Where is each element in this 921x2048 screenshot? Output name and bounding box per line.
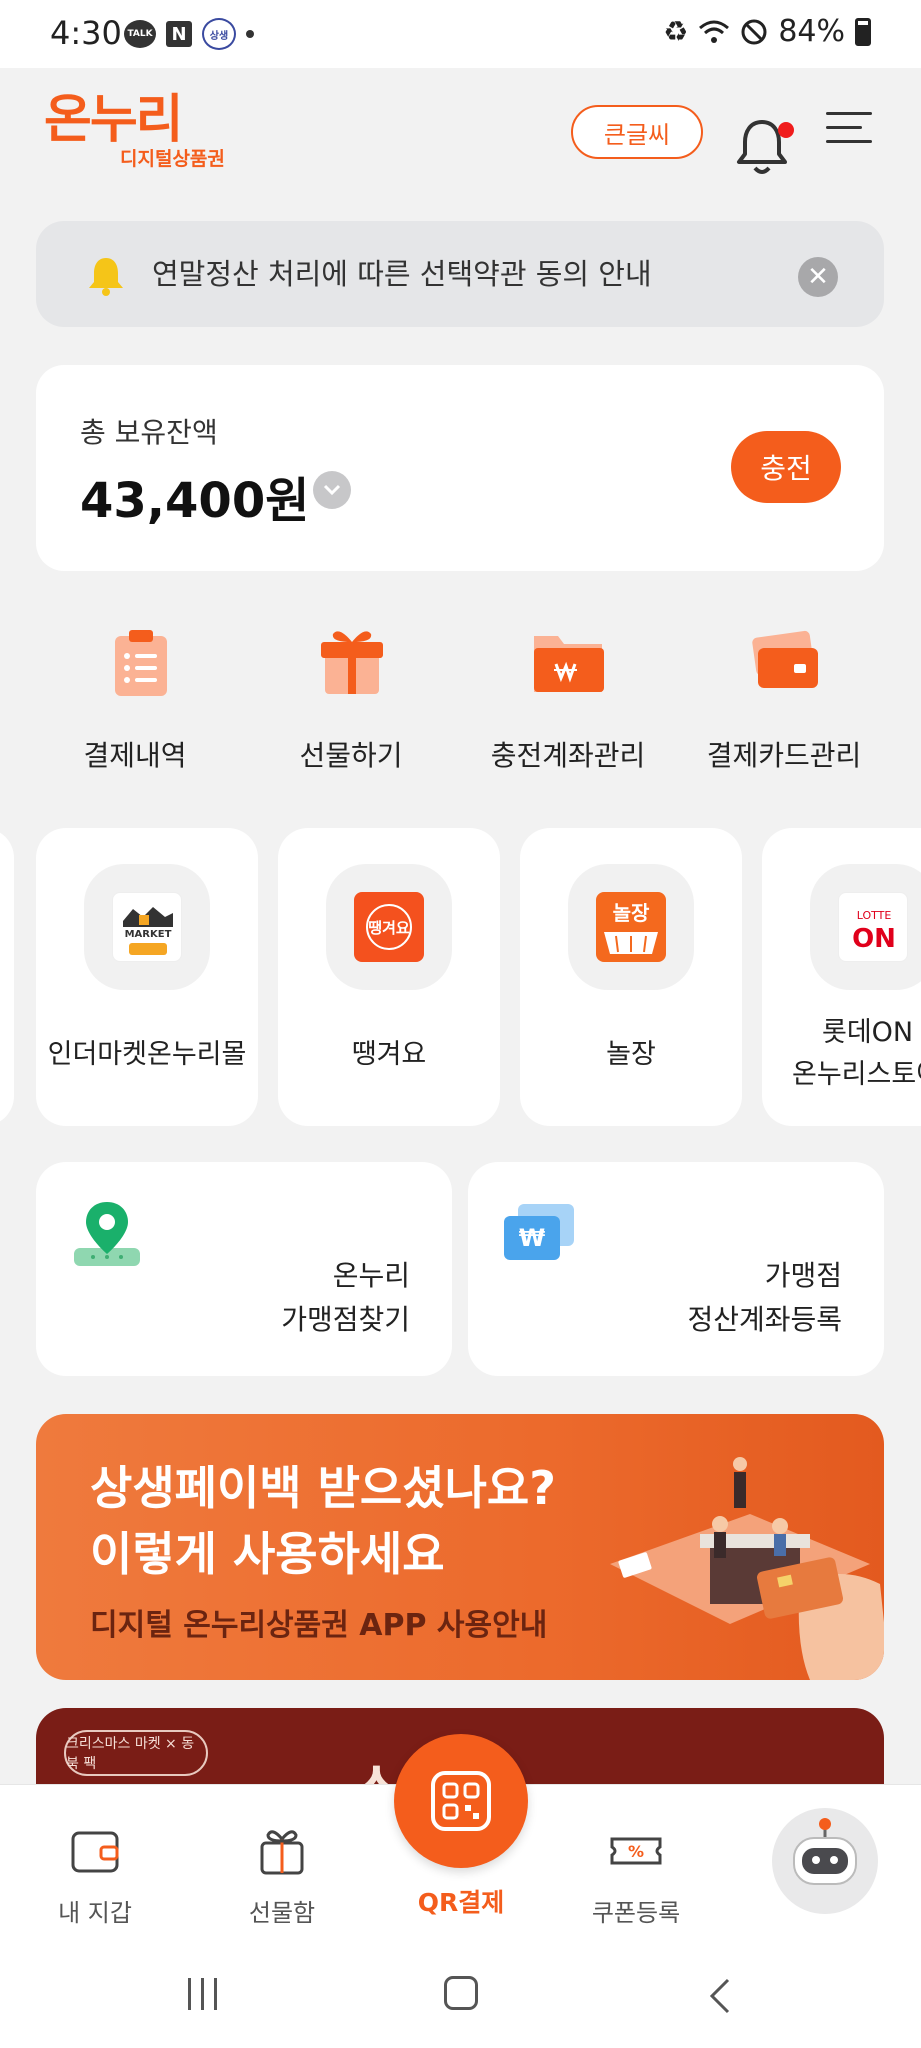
quick-item-label: 선물하기 xyxy=(299,739,403,772)
merchant-account-label: 가맹점 정산계좌등록 xyxy=(687,1259,842,1336)
quick-item-label: 충전계좌관리 xyxy=(490,739,646,772)
logo-sub-text: 디지털상품권 xyxy=(120,148,225,170)
nav-wallet-label: 내 지갑 xyxy=(58,1899,132,1927)
more-notifications-dot xyxy=(246,30,254,38)
logo-main-text: 온누리 xyxy=(44,90,184,150)
recycle-icon: ♻ xyxy=(663,15,689,48)
noljang-logo: 놀장 xyxy=(596,892,666,962)
giftbox-icon xyxy=(260,1830,304,1875)
wifi-icon xyxy=(699,20,730,43)
partner-label: 땡겨요 xyxy=(351,1039,427,1070)
nav-giftbox[interactable]: 선물함 xyxy=(222,1823,342,1928)
balance-amount: 43,400원 xyxy=(80,473,310,529)
partner-card-inthemarket[interactable]: MARKET 인더마켓온누리몰 xyxy=(36,828,258,1126)
partner-card-ddangyo[interactable]: 땡겨요 땡겨요 xyxy=(278,828,500,1126)
qr-pay-button[interactable] xyxy=(394,1734,528,1868)
balance-label: 총 보유잔액 xyxy=(80,416,218,449)
wallet-icon xyxy=(71,1831,119,1873)
banner2-badge: 크리스마스 마켓 × 동북 팩 xyxy=(64,1730,208,1776)
notice-close-button[interactable]: ✕ xyxy=(798,257,838,297)
store-finder-row: 온누리 가맹점찾기 ₩ 가맹점 정산계좌등록 xyxy=(0,1162,921,1378)
chatbot-button[interactable] xyxy=(772,1808,878,1914)
back-button[interactable] xyxy=(706,1976,732,2020)
merchant-account-register-card[interactable]: ₩ 가맹점 정산계좌등록 xyxy=(468,1162,884,1376)
quick-item-charge-account[interactable]: 충전계좌관리 xyxy=(468,620,668,774)
system-navigation-bar xyxy=(0,1940,921,2048)
gift-icon xyxy=(321,631,383,694)
card-icon xyxy=(752,630,818,688)
receipt-icon xyxy=(115,630,167,696)
system-status-icons: ♻ 84% xyxy=(663,14,871,49)
payback-guide-banner[interactable]: 상생페이백 받으셨나요? 이렇게 사용하세요 디지털 온누리상품권 APP 사용… xyxy=(36,1414,884,1680)
quick-menu: 결제내역 선물하기 충전계좌관리 결제카드관리 xyxy=(0,620,921,780)
nav-coupon[interactable]: % 쿠폰등록 xyxy=(576,1823,696,1928)
partner-carousel[interactable]: MARKET 인더마켓온누리몰 땡겨요 땡겨요 놀장 놀장 LOTTE ON 롯… xyxy=(0,828,921,1128)
nav-qr-label: QR결제 xyxy=(417,1888,505,1917)
banner-subtext: 디지털 온누리상품권 APP 사용안내 xyxy=(90,1608,548,1643)
big-text-button[interactable]: 큰글씨 xyxy=(571,105,703,159)
coupon-icon: % xyxy=(610,1837,662,1865)
hamburger-menu-button[interactable] xyxy=(826,112,872,152)
quick-item-payment-history[interactable]: 결제내역 xyxy=(35,620,235,774)
status-time: 4:30 xyxy=(50,14,122,52)
home-button[interactable] xyxy=(444,1976,478,2010)
kakaotalk-icon: TALK xyxy=(124,20,156,48)
status-bar: 4:30 TALK N 상생 ♻ 84% xyxy=(0,0,921,68)
nav-giftbox-label: 선물함 xyxy=(248,1899,316,1927)
quick-item-label: 결제카드관리 xyxy=(706,739,862,772)
find-merchant-label: 온누리 가맹점찾기 xyxy=(281,1259,410,1336)
naver-icon: N xyxy=(166,21,192,47)
back-chevron-icon xyxy=(709,1978,730,2014)
quick-item-label: 결제내역 xyxy=(83,739,187,772)
banner-illustration xyxy=(610,1457,884,1680)
battery-icon xyxy=(855,17,871,46)
chevron-down-icon[interactable] xyxy=(313,471,351,509)
partner-label: 롯데ON 온누리스토어 xyxy=(792,1017,921,1090)
svg-text:땡겨요: 땡겨요 xyxy=(368,919,410,937)
notification-icons: TALK N 상생 xyxy=(124,18,254,50)
balance-card: 총 보유잔액 43,400원 충전 xyxy=(36,365,884,571)
svg-text:MARKET: MARKET xyxy=(125,929,172,940)
nav-coupon-label: 쿠폰등록 xyxy=(591,1899,681,1927)
nav-wallet[interactable]: 내 지갑 xyxy=(35,1823,155,1928)
map-pin-icon xyxy=(74,1202,140,1266)
partner-label: 인더마켓온누리몰 xyxy=(47,1039,247,1070)
qr-code-icon xyxy=(431,1771,491,1831)
ddangyo-logo: 땡겨요 xyxy=(354,892,424,962)
folder-won-icon xyxy=(534,636,604,692)
charge-button[interactable]: 충전 xyxy=(731,431,841,503)
banner-headline-1: 상생페이백 받으셨나요? xyxy=(90,1461,556,1515)
notice-banner[interactable]: 연말정산 처리에 따른 선택약관 동의 안내 ✕ xyxy=(36,221,884,327)
inthemarket-logo: MARKET xyxy=(112,892,182,962)
quick-item-card-manage[interactable]: 결제카드관리 xyxy=(684,620,884,774)
svg-text:놀장: 놀장 xyxy=(613,901,650,925)
quick-item-gift[interactable]: 선물하기 xyxy=(251,620,451,774)
partner-card-noljang[interactable]: 놀장 놀장 xyxy=(520,828,742,1126)
find-merchant-card[interactable]: 온누리 가맹점찾기 xyxy=(36,1162,452,1376)
do-not-disturb-icon xyxy=(741,19,767,44)
app-header: 온누리 디지털상품권 큰글씨 xyxy=(0,68,921,198)
notice-text: 연말정산 처리에 따른 선택약관 동의 안내 xyxy=(152,257,652,291)
battery-percent: 84% xyxy=(778,14,845,49)
svg-text:%: % xyxy=(628,1842,644,1861)
partner-label: 놀장 xyxy=(606,1039,656,1070)
won-card-icon: ₩ xyxy=(504,1204,574,1260)
notification-bell-button[interactable] xyxy=(732,96,794,174)
partner-card-previous[interactable] xyxy=(0,828,14,1126)
partner-card-lotteon[interactable]: LOTTE ON 롯데ON 온누리스토어 xyxy=(762,828,921,1126)
robot-icon xyxy=(793,1818,857,1885)
svg-text:ON: ON xyxy=(852,924,896,954)
notice-bell-icon xyxy=(89,258,123,296)
unread-badge xyxy=(778,122,794,138)
lotteon-logo: LOTTE ON xyxy=(838,892,908,962)
recent-apps-button[interactable] xyxy=(188,1978,217,2010)
onnuri-logo[interactable]: 온누리 디지털상품권 xyxy=(44,90,225,170)
sangsaeng-payback-icon: 상생 xyxy=(202,18,236,50)
svg-text:₩: ₩ xyxy=(519,1224,546,1252)
svg-text:LOTTE: LOTTE xyxy=(857,909,892,922)
banner-headline-2: 이렇게 사용하세요 xyxy=(90,1527,445,1581)
